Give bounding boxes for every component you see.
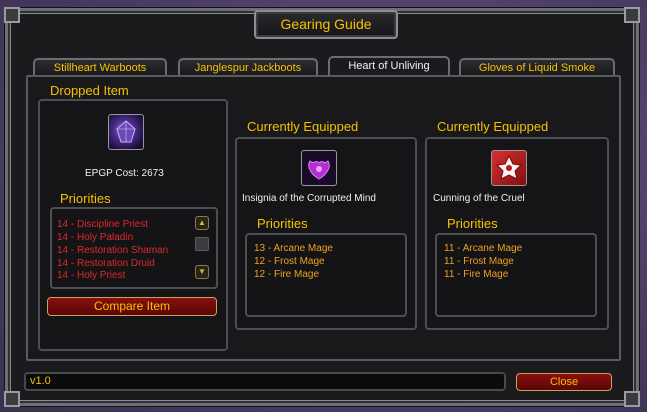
scroll-up-button[interactable]: ▲ — [195, 216, 209, 230]
scroll-down-button[interactable]: ▼ — [195, 265, 209, 279]
frame-corner — [4, 7, 20, 23]
list-item: 11 - Frost Mage — [444, 256, 514, 267]
equipped-item-2-icon[interactable] — [491, 150, 527, 186]
list-item: 12 - Fire Mage — [254, 269, 320, 280]
insignia-icon — [308, 160, 330, 180]
frame-corner — [624, 391, 640, 407]
tab-stillheart-warboots[interactable]: Stillheart Warboots — [33, 58, 167, 76]
currently-equipped-heading: Currently Equipped — [247, 119, 359, 134]
frame-corner — [624, 7, 640, 23]
list-item: 14 - Holy Paladin — [57, 232, 134, 243]
list-item: 13 - Arcane Mage — [254, 243, 333, 254]
list-item: 14 - Holy Priest — [57, 270, 126, 281]
list-item: 14 - Restoration Druid — [57, 258, 155, 269]
list-item: 12 - Frost Mage — [254, 256, 325, 267]
frame-corner — [4, 391, 20, 407]
emblem-icon — [495, 154, 523, 180]
equipped-2-priorities-heading: Priorities — [447, 216, 498, 231]
epgp-cost: EPGP Cost: 2673 — [85, 168, 164, 179]
equipped-item-2-name: Cunning of the Cruel — [433, 193, 525, 204]
list-item: 11 - Arcane Mage — [444, 243, 523, 254]
currently-equipped-heading: Currently Equipped — [437, 119, 549, 134]
window-title: Gearing Guide — [254, 10, 398, 39]
list-item: 14 - Discipline Priest — [57, 219, 149, 230]
gem-icon — [116, 120, 136, 143]
dropped-priorities-heading: Priorities — [60, 191, 111, 206]
dropped-item-icon[interactable] — [108, 114, 144, 150]
close-button[interactable]: Close — [516, 373, 612, 391]
tab-janglespur-jackboots[interactable]: Janglespur Jackboots — [178, 58, 318, 76]
list-item: 11 - Fire Mage — [444, 269, 509, 280]
list-item: 14 - Restoration Shaman — [57, 245, 169, 256]
version-field: v1.0 — [24, 372, 506, 391]
tab-heart-of-unliving[interactable]: Heart of Unliving — [328, 56, 450, 76]
equipped-item-1-icon[interactable] — [301, 150, 337, 186]
compare-item-button[interactable]: Compare Item — [47, 297, 217, 316]
scrollbar-thumb[interactable] — [195, 237, 209, 251]
equipped-item-1-name: Insignia of the Corrupted Mind — [242, 193, 376, 204]
tab-gloves-of-liquid-smoke[interactable]: Gloves of Liquid Smoke — [459, 58, 615, 76]
equipped-1-priorities-heading: Priorities — [257, 216, 308, 231]
dropped-item-heading: Dropped Item — [50, 83, 129, 98]
